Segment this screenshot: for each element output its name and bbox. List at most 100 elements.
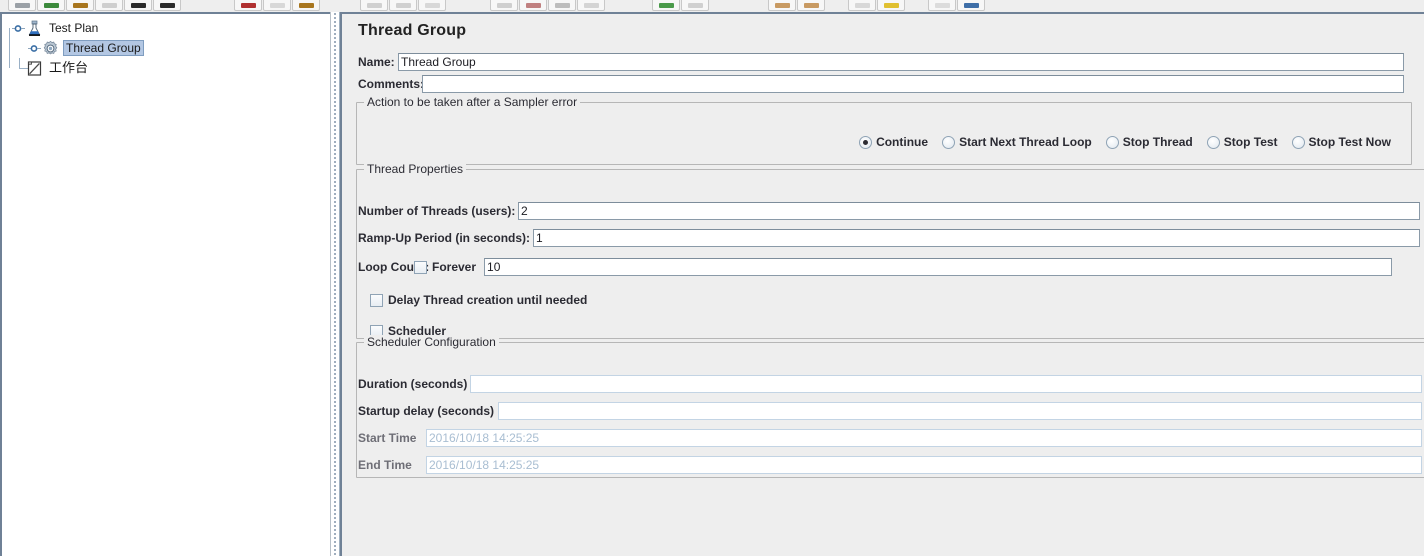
toolbar-group-clear — [652, 0, 709, 12]
tree-node-label[interactable]: Test Plan — [47, 20, 100, 36]
delay-thread-creation-label: Delay Thread creation until needed — [388, 293, 588, 307]
tree-expand-handle-icon[interactable] — [12, 22, 25, 35]
save-button[interactable] — [124, 0, 152, 11]
sampler-error-radio-0[interactable]: Continue — [859, 135, 928, 149]
redo-icon — [963, 3, 979, 8]
delay-thread-creation-checkbox[interactable]: Delay Thread creation until needed — [370, 293, 587, 307]
start-no-pauses-icon — [525, 3, 541, 8]
start-time-input[interactable] — [426, 429, 1422, 447]
tree-node-label[interactable]: Thread Group — [63, 40, 144, 56]
startup-delay-input[interactable] — [498, 402, 1422, 420]
thread-group-gear-icon — [42, 40, 59, 57]
cut-icon — [240, 3, 256, 8]
search-button[interactable] — [768, 0, 796, 11]
toggle-icon — [424, 3, 440, 8]
forever-checkbox-box[interactable] — [414, 260, 427, 274]
sampler-error-group: Action to be taken after a Sampler error… — [356, 95, 1412, 165]
help-icon — [883, 3, 899, 8]
duration-input[interactable] — [470, 375, 1422, 393]
expand-all-button[interactable] — [360, 0, 388, 11]
undo-button[interactable] — [928, 0, 956, 11]
new-button[interactable] — [8, 0, 36, 11]
search-reset-button[interactable] — [797, 0, 825, 11]
test-plan-tree-panel[interactable]: Test Plan Thread Group 工作台 — [0, 12, 330, 556]
toolbar-group-tree — [360, 0, 446, 12]
sampler-error-radio-group: Continue Start Next Thread Loop Stop Threa… — [357, 135, 1405, 149]
toolbar-group-file — [8, 0, 181, 12]
split-pane-divider[interactable] — [330, 12, 340, 556]
ramp-up-period-input[interactable] — [533, 229, 1420, 247]
sampler-error-radio-label: Stop Thread — [1122, 135, 1193, 149]
sampler-error-radio-1[interactable]: Start Next Thread Loop — [942, 135, 1092, 149]
radio-unselected-icon[interactable] — [1206, 135, 1220, 149]
thread-group-detail-panel: Thread Group Name: Comments: Action to b… — [340, 12, 1424, 556]
main-split-pane: Test Plan Thread Group 工作台 Thread Group Na… — [0, 12, 1424, 556]
copy-icon — [269, 3, 285, 8]
toolbar-group-search — [768, 0, 825, 12]
sampler-error-group-title: Action to be taken after a Sampler error — [364, 95, 581, 109]
save-as-button[interactable] — [153, 0, 181, 11]
comments-row: Comments: — [358, 74, 1408, 94]
comments-input[interactable] — [422, 75, 1404, 93]
cut-button[interactable] — [234, 0, 262, 11]
help-button[interactable] — [877, 0, 905, 11]
sampler-error-radio-4[interactable]: Stop Test Now — [1291, 135, 1391, 149]
loop-count-row: Loop Count: Forever — [358, 257, 1393, 277]
forever-checkbox[interactable]: Forever — [414, 260, 476, 274]
startup-delay-row: Startup delay (seconds) — [358, 401, 1422, 421]
end-time-row: End Time — [358, 455, 1422, 475]
name-input[interactable] — [398, 53, 1404, 71]
startup-delay-label: Startup delay (seconds) — [358, 404, 495, 418]
close-icon — [101, 3, 117, 8]
tree-node-1[interactable]: Thread Group — [12, 38, 330, 58]
loop-count-input[interactable] — [484, 258, 1393, 276]
expand-all-icon — [366, 3, 382, 8]
divider-grip-icon — [333, 12, 338, 556]
radio-unselected-icon[interactable] — [1291, 135, 1305, 149]
number-of-threads-label: Number of Threads (users): — [358, 204, 516, 218]
tree-expand-handle-icon[interactable] — [28, 42, 41, 55]
ramp-up-period-row: Ramp-Up Period (in seconds): — [358, 228, 1420, 248]
tree-node-0[interactable]: Test Plan — [12, 18, 330, 38]
ramp-up-period-label: Ramp-Up Period (in seconds): — [358, 231, 531, 245]
start-button[interactable] — [490, 0, 518, 11]
search-icon — [774, 3, 790, 8]
end-time-input[interactable] — [426, 456, 1422, 474]
number-of-threads-input[interactable] — [518, 202, 1420, 220]
paste-button[interactable] — [292, 0, 320, 11]
close-button[interactable] — [95, 0, 123, 11]
tree-node-label[interactable]: 工作台 — [47, 60, 90, 76]
toolbar-group-run — [490, 0, 605, 12]
shutdown-button[interactable] — [577, 0, 605, 11]
start-no-pauses-button[interactable] — [519, 0, 547, 11]
sampler-error-radio-label: Stop Test Now — [1308, 135, 1391, 149]
clear-all-button[interactable] — [681, 0, 709, 11]
sampler-error-radio-3[interactable]: Stop Test — [1206, 135, 1278, 149]
open-button[interactable] — [66, 0, 94, 11]
radio-unselected-icon[interactable] — [942, 135, 956, 149]
tree-node-2[interactable]: 工作台 — [12, 58, 330, 78]
sampler-error-radio-2[interactable]: Stop Thread — [1105, 135, 1193, 149]
tree-connector-line — [9, 28, 10, 68]
shutdown-icon — [583, 3, 599, 8]
duration-row: Duration (seconds) — [358, 374, 1422, 394]
name-label: Name: — [358, 55, 395, 69]
save-icon — [130, 3, 146, 8]
templates-button[interactable] — [37, 0, 65, 11]
clear-button[interactable] — [652, 0, 680, 11]
stop-button[interactable] — [548, 0, 576, 11]
delay-thread-creation-checkbox-box[interactable] — [370, 293, 383, 307]
name-row: Name: — [358, 52, 1408, 72]
collapse-all-button[interactable] — [389, 0, 417, 11]
main-toolbar — [0, 0, 1424, 12]
test-plan-tree[interactable]: Test Plan Thread Group 工作台 — [2, 14, 330, 78]
start-time-label: Start Time — [358, 431, 417, 445]
radio-selected-icon[interactable] — [859, 135, 873, 149]
toggle-button[interactable] — [418, 0, 446, 11]
radio-unselected-icon[interactable] — [1105, 135, 1119, 149]
paste-icon — [298, 3, 314, 8]
redo-button[interactable] — [957, 0, 985, 11]
function-helper-button[interactable] — [848, 0, 876, 11]
copy-button[interactable] — [263, 0, 291, 11]
toolbar-group-help — [848, 0, 905, 12]
